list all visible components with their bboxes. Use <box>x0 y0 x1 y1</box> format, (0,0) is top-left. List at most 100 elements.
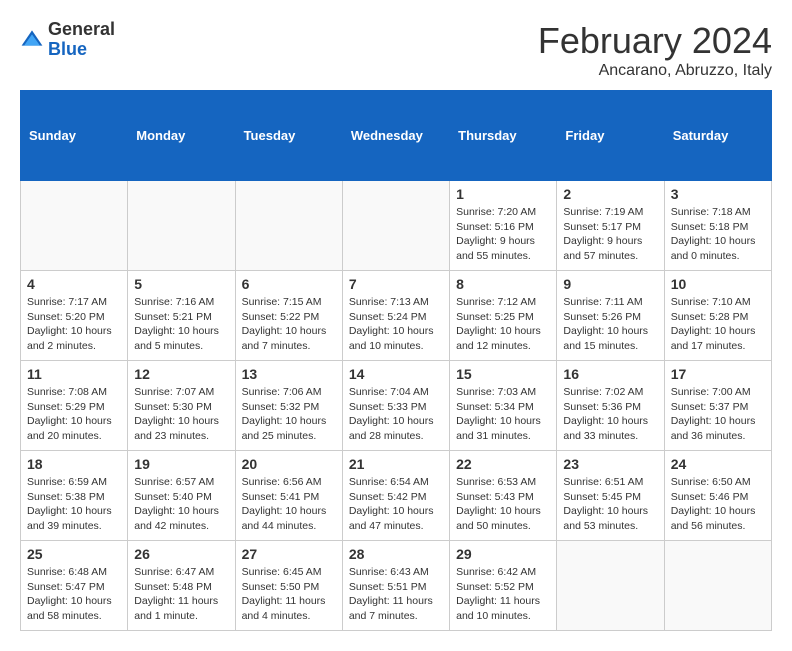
day-info: Sunrise: 7:16 AMSunset: 5:21 PMDaylight:… <box>134 295 228 354</box>
header-thursday: Thursday <box>450 91 557 181</box>
day-number: 28 <box>349 546 443 562</box>
table-row: 27 Sunrise: 6:45 AMSunset: 5:50 PMDayligh… <box>235 541 342 631</box>
day-number: 27 <box>242 546 336 562</box>
page-header: General Blue February 2024 Ancarano, Abr… <box>20 20 772 80</box>
table-row: 7Sunrise: 7:13 AMSunset: 5:24 PMDaylight… <box>342 271 449 361</box>
table-row: 20Sunrise: 6:56 AMSunset: 5:41 PMDayligh… <box>235 451 342 541</box>
logo-blue: Blue <box>48 39 87 59</box>
table-row <box>128 181 235 271</box>
day-number: 15 <box>456 366 550 382</box>
day-info: Sunrise: 7:06 AMSunset: 5:32 PMDaylight:… <box>242 385 336 444</box>
day-info: Sunrise: 6:47 AMSunset: 5:48 PMDaylight:… <box>134 565 228 624</box>
day-info: Sunrise: 6:43 AMSunset: 5:51 PMDaylight:… <box>349 565 443 624</box>
logo-icon <box>20 28 44 52</box>
day-number: 20 <box>242 456 336 472</box>
table-row: 1Sunrise: 7:20 AMSunset: 5:16 PMDaylight… <box>450 181 557 271</box>
table-row: 28 Sunrise: 6:43 AMSunset: 5:51 PMDayligh… <box>342 541 449 631</box>
table-row: 24 Sunrise: 6:50 AMSunset: 5:46 PMDayligh… <box>664 451 771 541</box>
day-info: Sunrise: 6:53 AMSunset: 5:43 PMDaylight:… <box>456 475 550 534</box>
day-number: 10 <box>671 276 765 292</box>
table-row: 8 Sunrise: 7:12 AMSunset: 5:25 PMDaylight… <box>450 271 557 361</box>
day-info: Sunrise: 6:59 AMSunset: 5:38 PMDaylight:… <box>27 475 121 534</box>
table-row: 14 Sunrise: 7:04 AMSunset: 5:33 PMDayligh… <box>342 361 449 451</box>
day-number: 4 <box>27 276 121 292</box>
day-number: 21 <box>349 456 443 472</box>
day-info: Sunrise: 7:12 AMSunset: 5:25 PMDaylight:… <box>456 295 550 354</box>
table-row: 26 Sunrise: 6:47 AMSunset: 5:48 PMDayligh… <box>128 541 235 631</box>
day-number: 3 <box>671 186 765 202</box>
table-row: 21 Sunrise: 6:54 AMSunset: 5:42 PMDayligh… <box>342 451 449 541</box>
table-row: 12Sunrise: 7:07 AMSunset: 5:30 PMDayligh… <box>128 361 235 451</box>
table-row: 19Sunrise: 6:57 AMSunset: 5:40 PMDayligh… <box>128 451 235 541</box>
day-number: 11 <box>27 366 121 382</box>
table-row: 23Sunrise: 6:51 AMSunset: 5:45 PMDayligh… <box>557 451 664 541</box>
table-row: 3Sunrise: 7:18 AMSunset: 5:18 PMDaylight… <box>664 181 771 271</box>
table-row <box>235 181 342 271</box>
header-saturday: Saturday <box>664 91 771 181</box>
day-info: Sunrise: 7:10 AMSunset: 5:28 PMDaylight:… <box>671 295 765 354</box>
day-info: Sunrise: 6:54 AMSunset: 5:42 PMDaylight:… <box>349 475 443 534</box>
day-number: 16 <box>563 366 657 382</box>
day-number: 24 <box>671 456 765 472</box>
logo-general: General <box>48 19 115 39</box>
calendar-week-3: 11 Sunrise: 7:08 AMSunset: 5:29 PMDayligh… <box>21 361 772 451</box>
table-row: 22 Sunrise: 6:53 AMSunset: 5:43 PMDayligh… <box>450 451 557 541</box>
day-info: Sunrise: 6:50 AMSunset: 5:46 PMDaylight:… <box>671 475 765 534</box>
table-row: 6Sunrise: 7:15 AMSunset: 5:22 PMDaylight… <box>235 271 342 361</box>
day-number: 18 <box>27 456 121 472</box>
table-row: 16 Sunrise: 7:02 AMSunset: 5:36 PMDayligh… <box>557 361 664 451</box>
table-row: 11 Sunrise: 7:08 AMSunset: 5:29 PMDayligh… <box>21 361 128 451</box>
table-row: 10 Sunrise: 7:10 AMSunset: 5:28 PMDayligh… <box>664 271 771 361</box>
day-number: 6 <box>242 276 336 292</box>
table-row: 29Sunrise: 6:42 AMSunset: 5:52 PMDayligh… <box>450 541 557 631</box>
table-row: 15 Sunrise: 7:03 AMSunset: 5:34 PMDayligh… <box>450 361 557 451</box>
table-row: 25Sunrise: 6:48 AMSunset: 5:47 PMDayligh… <box>21 541 128 631</box>
header-monday: Monday <box>128 91 235 181</box>
day-info: Sunrise: 6:42 AMSunset: 5:52 PMDaylight:… <box>456 565 550 624</box>
header-wednesday: Wednesday <box>342 91 449 181</box>
logo-text: General Blue <box>48 20 115 60</box>
table-row: 5 Sunrise: 7:16 AMSunset: 5:21 PMDaylight… <box>128 271 235 361</box>
day-number: 22 <box>456 456 550 472</box>
table-row <box>342 181 449 271</box>
calendar-week-4: 18 Sunrise: 6:59 AMSunset: 5:38 PMDayligh… <box>21 451 772 541</box>
day-number: 9 <box>563 276 657 292</box>
table-row: 4 Sunrise: 7:17 AMSunset: 5:20 PMDaylight… <box>21 271 128 361</box>
header-tuesday: Tuesday <box>235 91 342 181</box>
day-number: 14 <box>349 366 443 382</box>
day-number: 23 <box>563 456 657 472</box>
day-number: 8 <box>456 276 550 292</box>
day-info: Sunrise: 7:08 AMSunset: 5:29 PMDaylight:… <box>27 385 121 444</box>
day-number: 13 <box>242 366 336 382</box>
day-number: 17 <box>671 366 765 382</box>
day-info: Sunrise: 7:02 AMSunset: 5:36 PMDaylight:… <box>563 385 657 444</box>
table-row: 13 Sunrise: 7:06 AMSunset: 5:32 PMDayligh… <box>235 361 342 451</box>
location: Ancarano, Abruzzo, Italy <box>538 62 772 80</box>
day-info: Sunrise: 7:11 AMSunset: 5:26 PMDaylight:… <box>563 295 657 354</box>
table-row: 9 Sunrise: 7:11 AMSunset: 5:26 PMDaylight… <box>557 271 664 361</box>
title-section: February 2024 Ancarano, Abruzzo, Italy <box>538 20 772 80</box>
header-friday: Friday <box>557 91 664 181</box>
day-info: Sunrise: 7:00 AMSunset: 5:37 PMDaylight:… <box>671 385 765 444</box>
day-info: Sunrise: 7:07 AMSunset: 5:30 PMDaylight:… <box>134 385 228 444</box>
day-number: 26 <box>134 546 228 562</box>
calendar-header-row: Sunday Monday Tuesday Wednesday Thursday… <box>21 91 772 181</box>
month-title: February 2024 <box>538 20 772 62</box>
table-row: 2 Sunrise: 7:19 AMSunset: 5:17 PMDaylight… <box>557 181 664 271</box>
day-info: Sunrise: 7:17 AMSunset: 5:20 PMDaylight:… <box>27 295 121 354</box>
calendar-week-5: 25Sunrise: 6:48 AMSunset: 5:47 PMDayligh… <box>21 541 772 631</box>
table-row <box>557 541 664 631</box>
day-number: 7 <box>349 276 443 292</box>
day-number: 2 <box>563 186 657 202</box>
day-info: Sunrise: 7:19 AMSunset: 5:17 PMDaylight:… <box>563 205 657 264</box>
calendar-table: Sunday Monday Tuesday Wednesday Thursday… <box>20 90 772 631</box>
table-row: 18 Sunrise: 6:59 AMSunset: 5:38 PMDayligh… <box>21 451 128 541</box>
day-info: Sunrise: 7:20 AMSunset: 5:16 PMDaylight:… <box>456 205 550 264</box>
day-info: Sunrise: 7:04 AMSunset: 5:33 PMDaylight:… <box>349 385 443 444</box>
calendar-week-2: 4 Sunrise: 7:17 AMSunset: 5:20 PMDaylight… <box>21 271 772 361</box>
day-info: Sunrise: 7:03 AMSunset: 5:34 PMDaylight:… <box>456 385 550 444</box>
table-row: 17 Sunrise: 7:00 AMSunset: 5:37 PMDayligh… <box>664 361 771 451</box>
day-number: 5 <box>134 276 228 292</box>
day-number: 19 <box>134 456 228 472</box>
day-info: Sunrise: 6:45 AMSunset: 5:50 PMDaylight:… <box>242 565 336 624</box>
